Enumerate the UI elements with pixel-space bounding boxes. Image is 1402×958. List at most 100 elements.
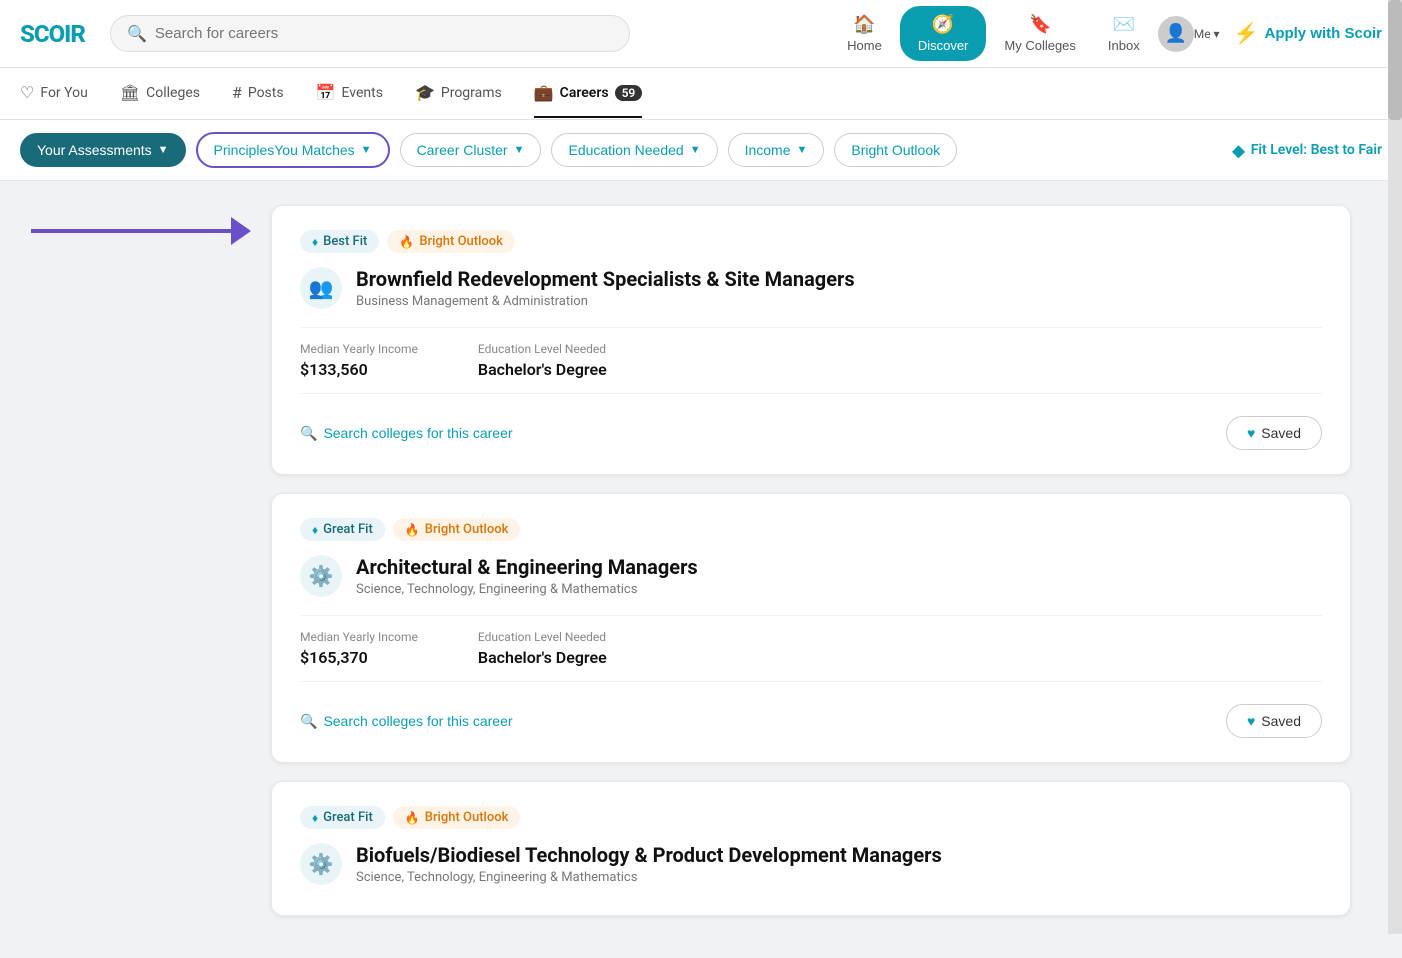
logo: SCOIR: [20, 20, 90, 48]
career-1-info: Brownfield Redevelopment Specialists & S…: [356, 267, 855, 309]
search-input[interactable]: [155, 25, 613, 42]
divider-1: [300, 327, 1322, 328]
education-label-2: Education Level Needed: [478, 630, 607, 644]
diamond-icon-3: ♦: [312, 811, 318, 825]
fire-icon-2: 🔥: [405, 523, 420, 537]
education-value-1: Bachelor's Degree: [478, 360, 607, 379]
best-fit-badge: ♦ Best Fit: [300, 230, 379, 253]
home-icon: 🏠: [853, 14, 875, 35]
sec-nav-programs-label: Programs: [441, 85, 502, 101]
sec-nav-careers-label: Careers: [560, 85, 609, 101]
bright-outlook-filter[interactable]: Bright Outlook: [834, 133, 957, 167]
scrollbar[interactable]: [1388, 0, 1402, 934]
career-3-icon: ⚙️: [300, 843, 342, 885]
saved-btn-1[interactable]: ♥ Saved: [1226, 416, 1322, 450]
education-stat-1: Education Level Needed Bachelor's Degree: [478, 342, 607, 379]
nav-discover[interactable]: 🧭 Discover: [900, 6, 987, 61]
fit-level-label: Fit Level: Best to Fair: [1251, 142, 1382, 158]
career-1-icon: 👥: [300, 267, 342, 309]
career-3-title[interactable]: Biofuels/Biodiesel Technology & Product …: [356, 843, 942, 867]
income-stat-2: Median Yearly Income $165,370: [300, 630, 418, 667]
principles-you-label: PrinciplesYou Matches: [214, 142, 355, 158]
education-needed-filter[interactable]: Education Needed ▼: [551, 133, 717, 167]
education-stat-2: Education Level Needed Bachelor's Degree: [478, 630, 607, 667]
content-area: ♦ Best Fit 🔥 Bright Outlook 👥 Brownfield…: [31, 181, 1371, 958]
apply-label: Apply with Scoir: [1264, 25, 1382, 42]
filter-bar: Your Assessments ▼ PrinciplesYou Matches…: [0, 120, 1402, 181]
your-assessments-filter[interactable]: Your Assessments ▼: [20, 133, 186, 167]
great-fit-badge-3: ♦ Great Fit: [300, 806, 385, 829]
nav-home[interactable]: 🏠 Home: [833, 6, 896, 61]
bright-outlook-badge-3: 🔥 Bright Outlook: [393, 806, 521, 829]
apply-button[interactable]: ⚡ Apply with Scoir: [1234, 21, 1382, 46]
search-colleges-btn-1[interactable]: 🔍 Search colleges for this career: [300, 425, 513, 442]
your-assessments-label: Your Assessments: [37, 142, 152, 158]
arrow-annotation: [31, 217, 251, 245]
career-1-stats: Median Yearly Income $133,560 Education …: [300, 342, 1322, 379]
career-3-header: ⚙️ Biofuels/Biodiesel Technology & Produ…: [300, 843, 1322, 885]
career-2-title[interactable]: Architectural & Engineering Managers: [356, 555, 698, 579]
income-label: Income: [745, 142, 791, 158]
card-1-badges: ♦ Best Fit 🔥 Bright Outlook: [300, 230, 1322, 253]
income-label-2: Median Yearly Income: [300, 630, 418, 644]
divider-1b: [300, 393, 1322, 394]
nav-inbox-label: Inbox: [1108, 38, 1140, 53]
fire-icon-1: 🔥: [399, 235, 414, 249]
discover-icon: 🧭: [932, 14, 954, 35]
sec-nav-posts[interactable]: # Posts: [232, 69, 284, 118]
arrow-head: [231, 217, 251, 245]
fit-level-filter[interactable]: ◆ Fit Level: Best to Fair: [1232, 141, 1382, 160]
sec-nav-for-you[interactable]: ♡ For You: [20, 69, 88, 118]
saved-btn-2[interactable]: ♥ Saved: [1226, 704, 1322, 738]
sec-nav-colleges-label: Colleges: [146, 85, 200, 101]
hash-icon: #: [232, 83, 242, 102]
header: SCOIR 🔍 🏠 Home 🧭 Discover 🔖 My Colleges …: [0, 0, 1402, 68]
income-stat-1: Median Yearly Income $133,560: [300, 342, 418, 379]
diamond-icon: ♦: [312, 235, 318, 249]
bookmark-icon: 🔖: [1029, 14, 1051, 35]
career-3-category: Science, Technology, Engineering & Mathe…: [356, 870, 942, 885]
sec-nav-colleges[interactable]: 🏛 Colleges: [120, 69, 200, 118]
career-card-2: ♦ Great Fit 🔥 Bright Outlook ⚙️ Architec…: [271, 493, 1351, 763]
assessments-dropdown-icon: ▼: [158, 144, 169, 156]
card-2-footer: 🔍 Search colleges for this career ♥ Save…: [300, 696, 1322, 738]
sec-nav-posts-label: Posts: [248, 85, 284, 101]
career-2-category: Science, Technology, Engineering & Mathe…: [356, 582, 698, 597]
saved-label-2: Saved: [1261, 713, 1301, 729]
sec-nav-for-you-label: For You: [40, 85, 87, 101]
income-filter[interactable]: Income ▼: [728, 133, 825, 167]
sec-nav-careers[interactable]: 💼 Careers 59: [534, 69, 643, 118]
career-1-title[interactable]: Brownfield Redevelopment Specialists & S…: [356, 267, 855, 291]
avatar[interactable]: 👤: [1158, 16, 1194, 52]
nav-discover-label: Discover: [918, 38, 969, 53]
search-bar[interactable]: 🔍: [110, 15, 630, 52]
fit-level-icon: ◆: [1232, 141, 1244, 160]
fire-icon-3: 🔥: [405, 811, 420, 825]
search-colleges-btn-2[interactable]: 🔍 Search colleges for this career: [300, 713, 513, 730]
inbox-icon: ✉️: [1113, 14, 1135, 35]
card-2-badges: ♦ Great Fit 🔥 Bright Outlook: [300, 518, 1322, 541]
search-icon-1: 🔍: [300, 425, 317, 442]
search-icon-2: 🔍: [300, 713, 317, 730]
income-value-1: $133,560: [300, 360, 418, 379]
sec-nav-events-label: Events: [342, 85, 383, 101]
bolt-icon: ⚡: [1234, 21, 1259, 46]
sec-nav-programs[interactable]: 🎓 Programs: [415, 69, 502, 118]
nav-inbox[interactable]: ✉️ Inbox: [1094, 6, 1154, 61]
career-2-header: ⚙️ Architectural & Engineering Managers …: [300, 555, 1322, 597]
briefcase-icon: 💼: [534, 83, 554, 102]
career-cluster-dropdown-icon: ▼: [514, 144, 525, 156]
nav-my-colleges[interactable]: 🔖 My Colleges: [990, 6, 1090, 61]
education-label-1: Education Level Needed: [478, 342, 607, 356]
sec-nav-events[interactable]: 📅 Events: [316, 69, 383, 118]
income-dropdown-icon: ▼: [797, 144, 808, 156]
scrollbar-thumb[interactable]: [1388, 0, 1402, 120]
card-1-footer: 🔍 Search colleges for this career ♥ Save…: [300, 408, 1322, 450]
career-card-3: ♦ Great Fit 🔥 Bright Outlook ⚙️ Biofuels…: [271, 781, 1351, 916]
me-label[interactable]: Me ▾: [1194, 27, 1220, 41]
principles-you-filter[interactable]: PrinciplesYou Matches ▼: [196, 132, 390, 168]
career-cluster-filter[interactable]: Career Cluster ▼: [400, 133, 542, 167]
top-nav: 🏠 Home 🧭 Discover 🔖 My Colleges ✉️ Inbox…: [833, 6, 1382, 61]
arrow-line: [31, 229, 231, 233]
nav-colleges-label: My Colleges: [1004, 38, 1076, 53]
